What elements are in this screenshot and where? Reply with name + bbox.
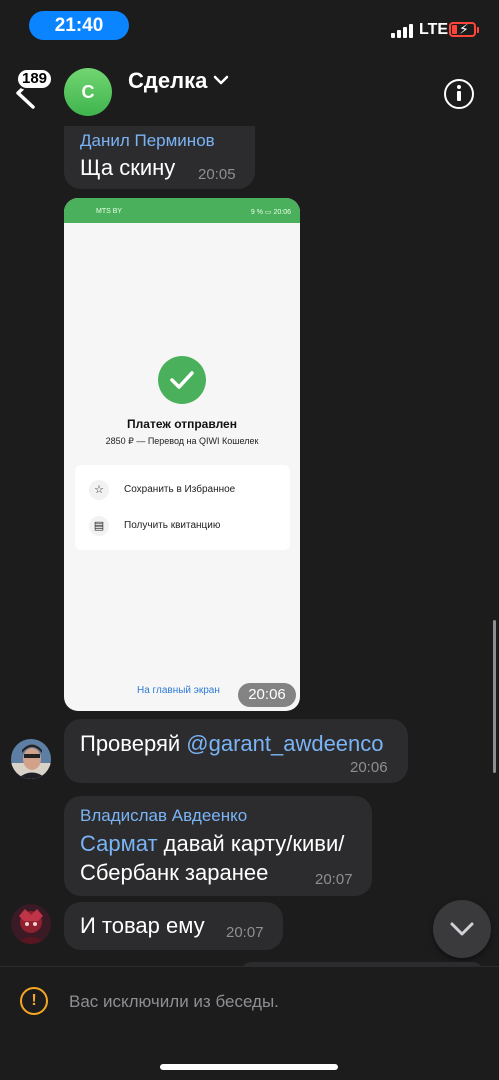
message-time: 20:05 [198,166,236,183]
battery-tip [477,27,479,33]
message-sender[interactable]: Владислав Авдеенко [80,806,247,826]
check-circle-icon [158,356,206,404]
message-time: 20:07 [315,871,353,888]
scroll-indicator[interactable] [493,620,496,773]
message-bubble[interactable]: Владислав Авдеенко Сармат давай карту/ки… [64,796,372,896]
status-bar: 21:40 LTE ⚡ [0,0,499,52]
chat-footer: ! Вас исключили из беседы. [0,966,499,1080]
message-text: Проверяй @garant_awdeenco [80,731,384,756]
save-favorite-label: Сохранить в Избранное [124,484,236,495]
payment-subtitle: 2850 ₽ — Перевод на QIWI Кошелек [105,436,259,446]
message-time: 20:07 [226,924,264,941]
message-text: И товар ему [80,913,205,938]
scroll-down-button[interactable] [433,900,491,958]
home-indicator[interactable] [160,1064,338,1070]
mention-link[interactable]: Сармат [80,831,158,856]
screenshot-clock: 20:06 [273,209,291,216]
network-type: LTE [419,21,449,38]
chat-header: 189 С Сделка [0,52,499,126]
screenshot-operator: MTS BY [96,208,123,215]
payment-actions-card: ☆ Сохранить в Избранное ▤ Получить квита… [75,465,290,550]
home-screen-link: На главный экран [137,685,220,696]
message-sender[interactable]: Данил Перминов [80,131,215,151]
mention-link[interactable]: @garant_awdeenco [186,731,383,756]
message-bubble[interactable]: Данил Перминов Ща скину 20:05 [64,126,255,189]
message-text: Ща скину [80,155,176,180]
chat-avatar[interactable]: С [64,68,112,116]
chevron-down-icon [450,922,474,936]
removed-notice: Вас исключили из беседы. [69,992,279,1011]
status-time[interactable]: 21:40 [29,11,129,40]
star-icon: ☆ [89,480,109,500]
get-receipt-label: Получить квитанцию [124,520,221,531]
receipt-icon: ▤ [89,516,109,536]
screenshot-status-bar: MTS BY 9 % ▭ 20:06 [64,198,300,223]
screenshot-battery: 9 % [250,209,263,216]
avatar[interactable] [11,739,51,779]
signal-icon [391,24,415,38]
avatar[interactable] [11,904,51,944]
unread-count-badge: 189 [16,68,54,90]
photo-message[interactable]: MTS BY 9 % ▭ 20:06 Платеж отправлен 2850… [64,198,300,711]
message-text: Сармат давай карту/киви/ Сбербанк заране… [80,831,345,885]
message-bubble[interactable]: И товар ему 20:07 [64,902,283,950]
warning-icon: ! [20,987,48,1015]
message-time: 20:06 [350,759,388,776]
message-bubble[interactable]: Проверяй @garant_awdeenco 20:06 [64,719,408,783]
photo-time: 20:06 [238,683,296,707]
chat-title[interactable]: Сделка [128,68,207,94]
chevron-down-icon[interactable] [213,74,229,86]
battery-icon: ⚡ [449,21,476,37]
info-icon[interactable] [444,79,474,109]
payment-title: Платеж отправлен [127,417,237,431]
